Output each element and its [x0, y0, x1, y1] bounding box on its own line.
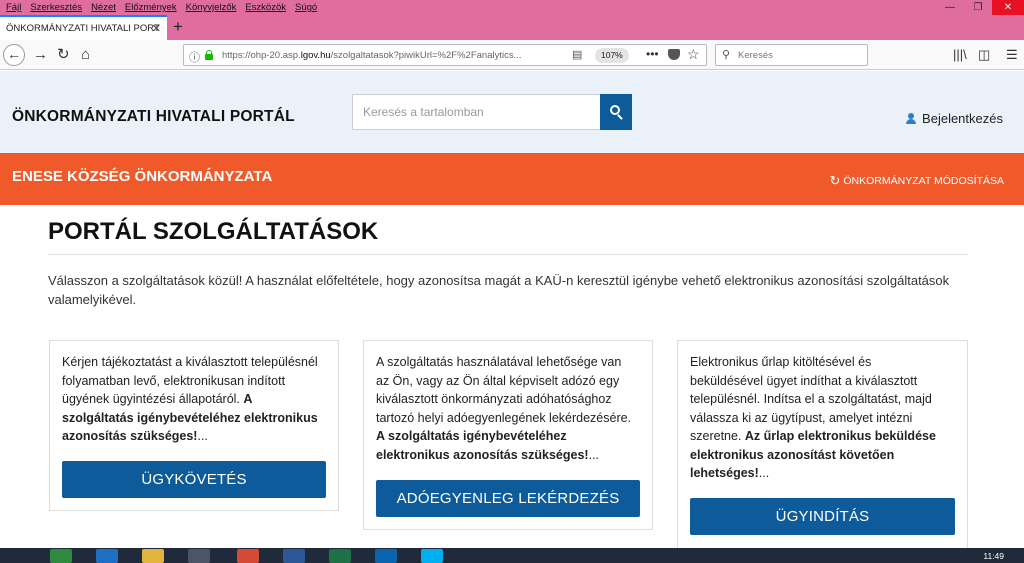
case-tracking-button[interactable]: ÜGYKÖVETÉS	[62, 461, 326, 498]
card-description: Elektronikus űrlap kitöltésével és bekül…	[690, 355, 936, 480]
tab-strip: ÖNKORMÁNYZATI HIVATALI PORT ✕ +	[0, 15, 1024, 40]
service-card-case-tracking: Kérjen tájékoztatást a kiválasztott tele…	[49, 340, 339, 511]
skype-app-icon[interactable]	[421, 549, 443, 563]
bookmark-star-icon[interactable]: ☆	[687, 46, 700, 63]
tax-balance-query-button[interactable]: ADÓEGYENLEG LEKÉRDEZÉS	[376, 480, 640, 517]
outlook-app-icon[interactable]	[375, 549, 397, 563]
store-app-icon[interactable]	[50, 549, 72, 563]
card-description: A szolgáltatás használatával lehetősége …	[376, 355, 632, 462]
menu-bookmarks[interactable]: Könyvjelzők	[186, 2, 237, 13]
url-text[interactable]: https://ohp-20.asp.lgov.hu/szolgaltataso…	[222, 50, 547, 61]
lock-icon	[204, 50, 213, 60]
minimize-button[interactable]: —	[936, 0, 964, 15]
sidebar-icon[interactable]: ◫	[978, 47, 990, 63]
login-label: Bejelentkezés	[922, 111, 1003, 126]
explorer-app-icon[interactable]	[142, 549, 164, 563]
user-icon	[906, 113, 917, 124]
home-icon[interactable]: ⌂	[81, 45, 90, 65]
library-icon[interactable]: |||\	[953, 47, 967, 62]
site-title[interactable]: ÖNKORMÁNYZATI HIVATALI PORTÁL	[12, 108, 295, 126]
municipality-bar: ENESE KÖZSÉG ÖNKORMÁNYZATA ↻ ÖNKORMÁNYZAT…	[0, 153, 1024, 205]
reader-view-icon[interactable]: ▤	[572, 48, 582, 61]
firefox-app-icon[interactable]	[188, 549, 210, 563]
excel-app-icon[interactable]	[329, 549, 351, 563]
page-title: PORTÁL SZOLGÁLTATÁSOK	[48, 218, 379, 245]
info-icon[interactable]: ⓘ	[189, 49, 200, 65]
ie-app-icon[interactable]	[96, 549, 118, 563]
service-card-tax-balance: A szolgáltatás használatával lehetősége …	[363, 340, 653, 530]
forward-button[interactable]: →	[33, 45, 48, 65]
restore-button[interactable]: ❐	[964, 0, 992, 15]
active-tab[interactable]: ÖNKORMÁNYZATI HIVATALI PORT ✕	[0, 15, 167, 40]
reload-icon[interactable]: ↻	[57, 45, 70, 65]
tab-close-icon[interactable]: ✕	[152, 22, 161, 35]
intro-text: Válasszon a szolgáltatások közül! A hasz…	[48, 273, 950, 307]
menu-history[interactable]: Előzmények	[125, 2, 177, 13]
chrome-app-icon[interactable]	[237, 549, 259, 563]
hamburger-menu-icon[interactable]: ☰	[1006, 47, 1018, 63]
search-icon: ⚲	[722, 49, 731, 61]
page-actions-icon[interactable]: •••	[646, 47, 659, 61]
pocket-icon[interactable]	[668, 49, 680, 60]
change-municipality-link[interactable]: ↻ ÖNKORMÁNYZAT MÓDOSÍTÁSA	[829, 173, 1004, 189]
tab-title: ÖNKORMÁNYZATI HIVATALI PORT	[6, 23, 160, 34]
refresh-icon: ↻	[829, 173, 841, 188]
case-start-button[interactable]: ÜGYINDÍTÁS	[690, 498, 955, 535]
site-search-button[interactable]	[600, 94, 632, 130]
browser-menubar: Fájl Szerkesztés Nézet Előzmények Könyvj…	[0, 0, 1024, 15]
close-window-button[interactable]: ✕	[992, 0, 1024, 15]
title-divider	[48, 254, 968, 255]
site-header: ÖNKORMÁNYZATI HIVATALI PORTÁL Bejelentke…	[0, 71, 1024, 153]
site-search-input[interactable]	[352, 94, 601, 130]
menu-view[interactable]: Nézet	[91, 2, 116, 13]
address-bar[interactable]: ⓘ https://ohp-20.asp.lgov.hu/szolgaltata…	[183, 44, 707, 66]
menu-tools[interactable]: Eszközök	[245, 2, 286, 13]
new-tab-button[interactable]: +	[173, 17, 183, 37]
site-search	[352, 94, 632, 130]
back-button[interactable]: ←	[3, 44, 25, 66]
change-municipality-label: ÖNKORMÁNYZAT MÓDOSÍTÁSA	[843, 175, 1004, 187]
navigation-toolbar: ← → ↻ ⌂ ⓘ https://ohp-20.asp.lgov.hu/szo…	[0, 40, 1024, 70]
word-app-icon[interactable]	[283, 549, 305, 563]
menu-help[interactable]: Súgó	[295, 2, 317, 13]
service-card-case-start: Elektronikus űrlap kitöltésével és bekül…	[677, 340, 968, 550]
login-link[interactable]: Bejelentkezés	[906, 111, 1003, 126]
browser-search-placeholder: Keresés	[738, 50, 773, 61]
municipality-name: ENESE KÖZSÉG ÖNKORMÁNYZATA	[12, 168, 273, 185]
zoom-level[interactable]: 107%	[595, 48, 629, 63]
card-description: Kérjen tájékoztatást a kiválasztott tele…	[62, 355, 318, 443]
menu-file[interactable]: Fájl	[6, 2, 21, 13]
browser-search-input[interactable]: ⚲ Keresés	[715, 44, 868, 66]
menu-edit[interactable]: Szerkesztés	[30, 2, 82, 13]
taskbar-clock[interactable]: 11:49	[983, 551, 1004, 561]
windows-taskbar: 11:49	[0, 548, 1024, 563]
